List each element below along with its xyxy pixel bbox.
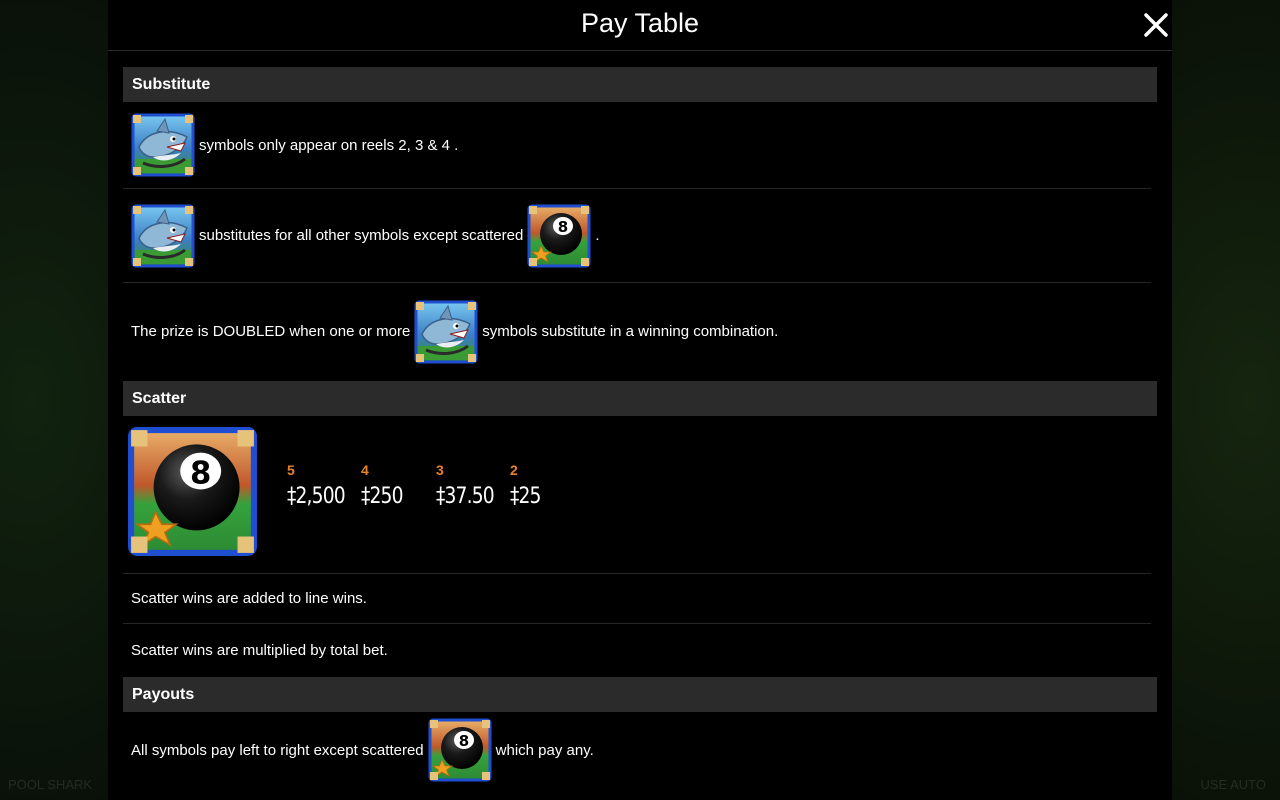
scatter-payout-2: 2 ‡25	[510, 462, 546, 509]
paytable-header: Pay Table	[108, 0, 1172, 51]
eight-ball-scatter-symbol-icon	[127, 426, 258, 557]
payout-value: ‡25	[510, 484, 541, 509]
substitute-reels-text: symbols only appear on reels 2, 3 & 4 .	[199, 136, 459, 154]
payout-direction-text: All symbols pay left to right except sca…	[131, 741, 424, 759]
payouts-row: All symbols pay left to right except sca…	[123, 712, 1151, 788]
shark-wild-symbol-icon	[131, 113, 195, 177]
section-header-scatter: Scatter	[123, 381, 1157, 416]
eight-ball-scatter-symbol-icon	[428, 718, 492, 782]
scatter-note-row: Scatter wins are multiplied by total bet…	[123, 624, 1151, 676]
substitute-row-reels: symbols only appear on reels 2, 3 & 4 .	[123, 102, 1151, 189]
substitute-row-substitutes: substitutes for all other symbols except…	[123, 189, 1151, 283]
payout-count: 5	[287, 462, 295, 478]
page-title: Pay Table	[580, 8, 700, 38]
scatter-multiplied-text: Scatter wins are multiplied by total bet…	[131, 641, 388, 659]
scatter-payout-row: 5 ‡2,500 4 ‡250 3 ‡37.50 2 ‡25	[123, 416, 1151, 574]
background-status-text: USE AUTO	[1200, 777, 1266, 792]
payout-value: ‡37.50	[436, 484, 495, 509]
substitute-rule-end-text: .	[595, 227, 600, 244]
shark-wild-symbol-icon	[131, 204, 195, 268]
scatter-payout-4: 4 ‡250	[361, 462, 410, 509]
section-header-substitute: Substitute	[123, 67, 1157, 102]
doubled-prize-end-text: symbols substitute in a winning combinat…	[482, 323, 779, 340]
payout-count: 4	[361, 462, 369, 478]
substitute-rule-text: substitutes for all other symbols except…	[199, 227, 524, 244]
background-game-title: POOL SHARK	[8, 777, 93, 792]
payout-value: ‡2,500	[287, 484, 346, 509]
scatter-payout-3: 3 ‡37.50	[436, 462, 504, 509]
eight-ball-scatter-symbol-icon	[527, 204, 591, 268]
payout-direction-end-text: which pay any.	[495, 741, 594, 759]
doubled-prize-text: The prize is DOUBLED when one or more	[131, 323, 411, 340]
scatter-line-wins-text: Scatter wins are added to line wins.	[131, 590, 367, 607]
payout-count: 2	[510, 462, 518, 478]
scatter-payout-5: 5 ‡2,500	[287, 462, 355, 509]
section-header-payouts: Payouts	[123, 677, 1157, 712]
close-button[interactable]	[1140, 9, 1172, 41]
payout-value: ‡250	[361, 484, 403, 509]
payout-count: 3	[436, 462, 444, 478]
substitute-row-doubled: The prize is DOUBLED when one or more sy…	[123, 283, 1151, 380]
close-icon	[1144, 13, 1168, 37]
shark-wild-symbol-icon	[414, 300, 478, 364]
scatter-note-row: Scatter wins are added to line wins.	[123, 574, 1151, 624]
